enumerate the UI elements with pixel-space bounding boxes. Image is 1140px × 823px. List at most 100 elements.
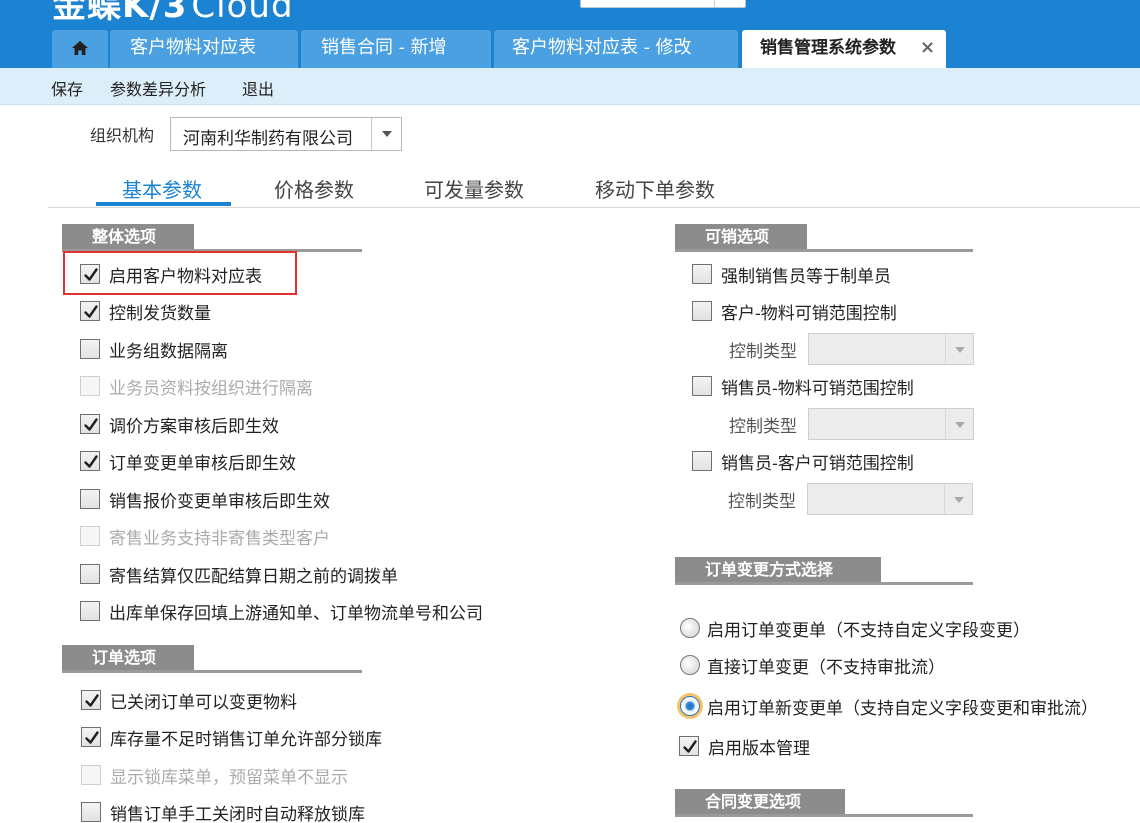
control-type-select bbox=[808, 333, 974, 365]
checkbox[interactable] bbox=[692, 451, 712, 471]
checkbox[interactable] bbox=[80, 564, 100, 584]
checkbox-label: 显示锁库菜单，预留菜单不显示 bbox=[110, 768, 348, 788]
checkbox-label: 寄售业务支持非寄售类型客户 bbox=[109, 529, 330, 549]
group-header-overall: 整体选项 bbox=[62, 224, 362, 252]
checkbox-label: 业务员资料按组织进行隔离 bbox=[109, 379, 313, 399]
checkmark-icon bbox=[84, 455, 98, 468]
subtab-active-indicator bbox=[96, 202, 231, 206]
checkbox-checked[interactable] bbox=[80, 301, 100, 321]
group-title-order: 订单选项 bbox=[62, 645, 194, 671]
app-logo: 金蝶K/3 Cloud bbox=[52, 0, 294, 27]
checkbox-label: 强制销售员等于制单员 bbox=[721, 267, 891, 287]
checkmark-icon bbox=[84, 418, 98, 431]
control-type-select bbox=[807, 483, 973, 515]
group-header-order: 订单选项 bbox=[62, 645, 362, 673]
checkbox[interactable] bbox=[80, 339, 100, 359]
checkbox[interactable] bbox=[81, 802, 101, 822]
checkbox[interactable] bbox=[692, 264, 712, 284]
subtab-mobile-order[interactable]: 移动下单参数 bbox=[595, 174, 715, 203]
org-value: 河南利华制药有限公司 bbox=[183, 129, 353, 149]
radio-label: 直接订单变更（不支持审批流） bbox=[707, 658, 945, 678]
checkbox-checked[interactable] bbox=[80, 451, 100, 471]
checkbox-label: 启用版本管理 bbox=[708, 739, 810, 759]
control-type-label: 控制类型 bbox=[729, 417, 797, 437]
control-type-dropdown bbox=[945, 334, 973, 364]
chevron-down-icon bbox=[955, 347, 965, 353]
checkbox-label: 客户-物料可销范围控制 bbox=[721, 304, 897, 324]
tab-home[interactable] bbox=[52, 30, 108, 68]
chevron-down-icon bbox=[954, 497, 964, 503]
checkbox-label: 已关闭订单可以变更物料 bbox=[110, 693, 297, 713]
radio-label: 启用订单新变更单（支持自定义字段变更和审批流） bbox=[707, 699, 1098, 719]
checkbox[interactable] bbox=[692, 301, 712, 321]
radio[interactable] bbox=[680, 655, 700, 675]
checkbox bbox=[80, 376, 100, 396]
group-title-overall: 整体选项 bbox=[62, 224, 194, 250]
subtab-divider bbox=[48, 207, 1140, 208]
chevron-down-icon bbox=[382, 131, 392, 137]
group-rule bbox=[675, 249, 973, 252]
search-divider bbox=[714, 0, 715, 7]
checkbox-label: 库存量不足时销售订单允许部分锁库 bbox=[110, 730, 382, 750]
checkmark-icon bbox=[84, 268, 98, 281]
checkbox-checked[interactable] bbox=[679, 736, 699, 756]
logo-text: 金蝶K/3 bbox=[52, 0, 188, 26]
checkbox-checked[interactable] bbox=[81, 727, 101, 747]
org-select[interactable]: 河南利华制药有限公司 bbox=[170, 117, 402, 151]
subtab-available-qty[interactable]: 可发量参数 bbox=[424, 174, 524, 203]
checkbox[interactable] bbox=[80, 601, 100, 621]
checkbox-checked[interactable] bbox=[80, 264, 100, 284]
checkbox-label: 寄售结算仅匹配结算日期之前的调拨单 bbox=[109, 567, 398, 587]
checkbox bbox=[80, 526, 100, 546]
checkbox bbox=[81, 765, 101, 785]
group-title-saleable: 可销选项 bbox=[675, 224, 807, 250]
subtab-basic[interactable]: 基本参数 bbox=[122, 174, 202, 203]
tab-sales-contract-new[interactable]: 销售合同 - 新增 bbox=[301, 30, 491, 68]
checkbox[interactable] bbox=[80, 489, 100, 509]
chevron-down-icon bbox=[955, 422, 965, 428]
checkbox[interactable] bbox=[692, 376, 712, 396]
checkbox-label: 控制发货数量 bbox=[109, 304, 211, 324]
param-diff-button[interactable]: 参数差异分析 bbox=[110, 76, 206, 100]
checkbox-checked[interactable] bbox=[81, 690, 101, 710]
control-type-dropdown bbox=[944, 484, 972, 514]
org-dropdown-button[interactable] bbox=[371, 118, 401, 150]
tab-sales-system-params[interactable]: 销售管理系统参数 × bbox=[742, 30, 946, 68]
checkbox-label: 调价方案审核后即生效 bbox=[109, 417, 279, 437]
radio-label: 启用订单变更单（不支持自定义字段变更） bbox=[707, 621, 1030, 641]
app-header: 金蝶K/3 Cloud 客户物料对应表 销售合同 - 新增 客户物料对应表 - 修… bbox=[0, 0, 1140, 68]
header-search-box[interactable] bbox=[580, 0, 746, 8]
subtab-price[interactable]: 价格参数 bbox=[274, 174, 354, 203]
group-header-change-mode: 订单变更方式选择 bbox=[675, 557, 973, 585]
checkbox-label: 销售员-客户可销范围控制 bbox=[721, 454, 914, 474]
control-type-label: 控制类型 bbox=[729, 342, 797, 362]
group-header-contract: 合同变更选项 bbox=[675, 789, 973, 817]
checkbox-label: 出库单保存回填上游通知单、订单物流单号和公司 bbox=[109, 604, 483, 624]
group-rule bbox=[62, 670, 362, 673]
checkmark-icon bbox=[85, 694, 99, 707]
toolbar: 保存 参数差异分析 退出 bbox=[0, 68, 1140, 105]
checkbox-checked[interactable] bbox=[80, 414, 100, 434]
close-icon[interactable]: × bbox=[920, 30, 935, 66]
checkbox-label: 销售报价变更单审核后即生效 bbox=[109, 492, 330, 512]
exit-button[interactable]: 退出 bbox=[242, 76, 274, 100]
tab-customer-material-edit[interactable]: 客户物料对应表 - 修改 bbox=[494, 30, 738, 68]
checkbox-label: 启用客户物料对应表 bbox=[109, 267, 262, 287]
checkmark-icon bbox=[85, 731, 99, 744]
checkmark-icon bbox=[84, 305, 98, 318]
checkmark-icon bbox=[683, 740, 697, 753]
control-type-dropdown bbox=[945, 409, 973, 439]
checkbox-label: 销售员-物料可销范围控制 bbox=[721, 379, 914, 399]
control-type-select bbox=[808, 408, 974, 440]
logo-cloud: Cloud bbox=[191, 0, 294, 26]
group-title-contract: 合同变更选项 bbox=[675, 789, 845, 815]
radio-selected[interactable] bbox=[680, 696, 700, 716]
control-type-label: 控制类型 bbox=[728, 492, 796, 512]
group-header-saleable: 可销选项 bbox=[675, 224, 973, 252]
org-label: 组织机构 bbox=[90, 126, 155, 145]
save-button[interactable]: 保存 bbox=[51, 76, 83, 100]
radio[interactable] bbox=[680, 618, 700, 638]
home-icon bbox=[72, 41, 88, 55]
tab-customer-material[interactable]: 客户物料对应表 bbox=[110, 30, 298, 68]
group-rule bbox=[675, 814, 973, 817]
